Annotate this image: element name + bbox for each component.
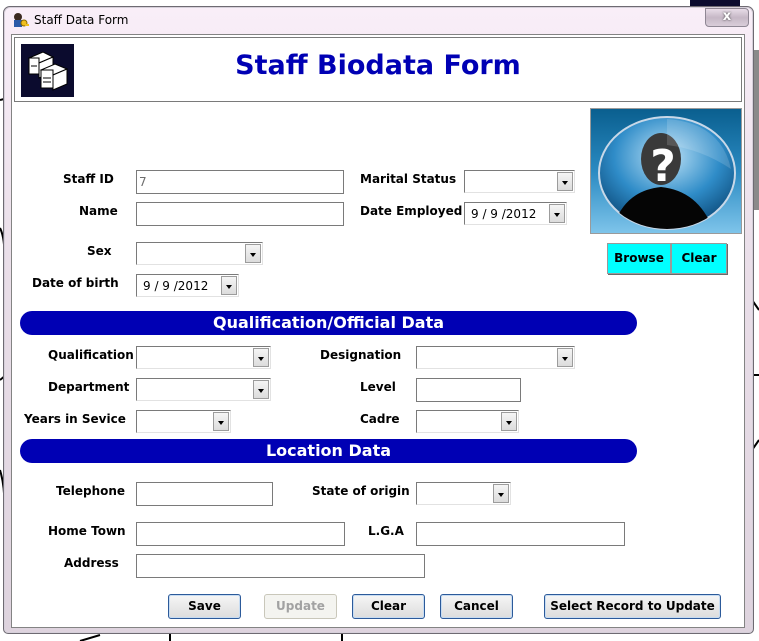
browse-photo-button[interactable]: Browse [607,243,671,274]
department-dropdown[interactable] [136,378,271,401]
cadre-dropdown[interactable] [416,410,519,433]
close-icon: x [722,9,732,24]
marital-status-label: Marital Status [360,172,457,186]
chevron-down-icon[interactable] [253,380,269,399]
name-label: Name [79,204,118,218]
window-title: Staff Data Form [34,13,129,27]
date-of-birth-value: 9 / 9 /2012 [143,279,209,293]
staff-id-field[interactable]: 7 [136,170,344,194]
cancel-button[interactable]: Cancel [440,594,513,619]
select-record-to-update-button[interactable]: Select Record to Update [544,594,721,619]
sex-label: Sex [87,244,112,258]
form-header: Staff Biodata Form [14,37,742,102]
close-button[interactable]: x [705,8,749,27]
designation-dropdown[interactable] [416,346,575,369]
level-field[interactable] [416,378,521,402]
unknown-person-icon: ? [598,116,736,230]
staff-photo: ? [590,108,742,234]
years-in-service-dropdown[interactable] [136,410,231,433]
clear-photo-button[interactable]: Clear [671,243,727,274]
name-field[interactable] [136,202,344,226]
address-field[interactable] [136,554,425,578]
level-label: Level [360,380,396,394]
telephone-label: Telephone [56,484,126,498]
qualification-section-header: Qualification/Official Data [20,311,637,335]
calendar-dropdown-icon[interactable] [221,276,237,295]
date-of-birth-picker[interactable]: 9 / 9 /2012 [136,274,239,297]
department-label: Department [48,380,130,394]
sex-dropdown[interactable] [136,242,263,265]
form-client-area: Staff Biodata Form ? Browse Clear Staff … [11,34,745,628]
date-employed-label: Date Employed [360,204,463,218]
home-town-field[interactable] [136,522,345,546]
staff-app-icon [14,13,29,27]
years-in-service-label: Years in Sevice [24,412,126,426]
update-button[interactable]: Update [264,594,337,619]
lga-label: L.G.A [368,524,404,538]
clear-form-button[interactable]: Clear [352,594,425,619]
save-button[interactable]: Save [168,594,241,619]
staff-data-form-window: Staff Data Form x Staff Biodata Form ? B… [3,6,754,634]
chevron-down-icon[interactable] [245,244,261,263]
staff-id-label: Staff ID [63,172,114,186]
qualification-dropdown[interactable] [136,346,271,369]
svg-text:?: ? [650,141,676,192]
title-bar[interactable]: Staff Data Form x [4,7,753,35]
qualification-label: Qualification [48,348,134,362]
calendar-dropdown-icon[interactable] [549,204,565,223]
address-label: Address [64,556,119,570]
date-employed-picker[interactable]: 9 / 9 /2012 [464,202,567,225]
chevron-down-icon[interactable] [557,172,573,191]
chevron-down-icon[interactable] [493,484,509,503]
chevron-down-icon[interactable] [557,348,573,367]
form-title: Staff Biodata Form [235,50,521,81]
cadre-label: Cadre [360,412,400,426]
state-of-origin-dropdown[interactable] [416,482,511,505]
lga-field[interactable] [416,522,625,546]
date-of-birth-label: Date of birth [32,276,119,290]
marital-status-dropdown[interactable] [464,170,575,193]
chevron-down-icon[interactable] [253,348,269,367]
home-town-label: Home Town [48,524,126,538]
telephone-field[interactable] [136,482,273,506]
designation-label: Designation [320,348,402,362]
date-employed-value: 9 / 9 /2012 [471,207,537,221]
chevron-down-icon[interactable] [501,412,517,431]
state-of-origin-label: State of origin [312,484,410,498]
chevron-down-icon[interactable] [213,412,229,431]
location-section-header: Location Data [20,439,637,463]
